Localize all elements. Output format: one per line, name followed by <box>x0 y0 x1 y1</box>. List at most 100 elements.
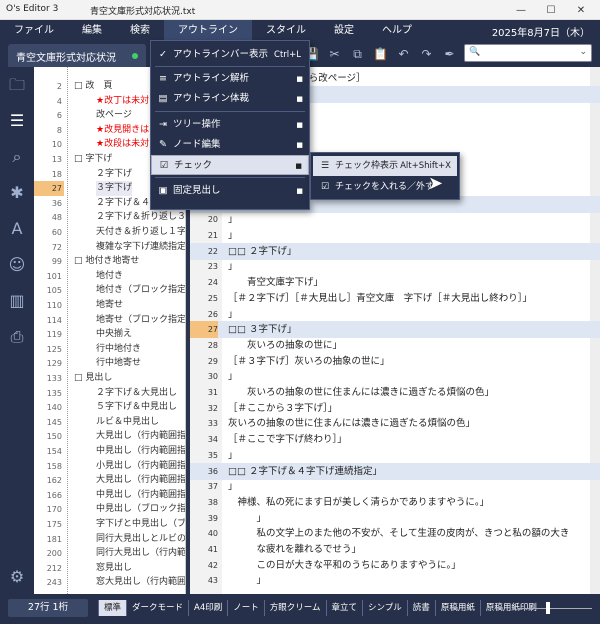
outline-item[interactable]: 99 □ 地付き地寄せ <box>34 254 185 269</box>
style-mode-button[interactable]: A4印刷 <box>188 600 227 616</box>
outline-item[interactable]: 133 □ 見出し <box>34 371 185 386</box>
outline-item[interactable]: 181 同行大見出しとルビの入 <box>34 532 185 547</box>
text-line[interactable]: 39 」 <box>190 510 600 527</box>
menu-item[interactable]: ≡ アウトライン解析 ■ <box>151 69 309 89</box>
folder-icon[interactable]: 🗀 <box>7 75 27 95</box>
cut-icon[interactable]: ✂ <box>323 47 346 61</box>
outline-item[interactable]: 105 地付き（ブロック指定） <box>34 283 185 298</box>
menu-item[interactable]: ▤ アウトライン体裁 ■ <box>151 89 309 109</box>
outline-item[interactable]: 162 大見出し（行内範囲指 <box>34 473 185 488</box>
outline-item[interactable]: 72 複雑な字下げ連続指定 <box>34 240 185 255</box>
outline-item[interactable]: 175 字下げと中見出し（ブロ <box>34 517 185 532</box>
line-number: 39 <box>207 513 218 523</box>
maximize-button[interactable]: ☐ <box>536 1 566 19</box>
outline-item[interactable]: 200 同行大見出し（行内範 <box>34 546 185 561</box>
outline-item[interactable]: 129 行中地寄せ <box>34 356 185 371</box>
style-mode-button[interactable]: ノート <box>227 600 264 616</box>
zoom-slider[interactable] <box>518 608 592 609</box>
pen-icon[interactable]: ✒ <box>438 47 461 61</box>
menu-item[interactable]: ✎ ノード編集 ■ <box>151 135 309 155</box>
text-line[interactable]: 43 」 <box>190 572 600 589</box>
gear-icon[interactable]: ⚙ <box>7 567 27 587</box>
style-mode-button[interactable]: 原稿用紙 <box>434 600 480 616</box>
text-line[interactable]: 23 」 <box>190 258 600 275</box>
robot-icon[interactable]: ☺ <box>7 255 27 275</box>
outline-item[interactable]: 170 中見出し（ブロック指定 <box>34 502 185 517</box>
text-line[interactable]: 41 な疲れを離れるでせう」 <box>190 541 600 558</box>
style-mode-button[interactable]: 読書 <box>406 600 435 616</box>
paste-icon[interactable]: 📋 <box>369 47 392 61</box>
style-mode-button[interactable]: 章立て <box>325 600 363 616</box>
menu-item[interactable]: ⇥ ツリー操作 ■ <box>151 115 309 135</box>
text-line[interactable]: 35 」 <box>190 447 600 464</box>
document-tab[interactable]: 青空文庫形式対応状況 <box>8 44 146 67</box>
menu-outline[interactable]: アウトライン <box>164 20 252 41</box>
print-icon[interactable]: ⎙ <box>7 327 27 347</box>
text-line[interactable]: 34 ［＃ここで字下げ終わり］」 <box>190 431 600 448</box>
outline-item[interactable]: 60 天付き＆折り返し１字 <box>34 225 185 240</box>
menu-item[interactable]: ✓ アウトラインバー表示 Ctrl+L <box>151 45 309 65</box>
menu-search[interactable]: 検索 <box>116 20 164 41</box>
minimize-button[interactable]: — <box>506 1 536 19</box>
text-line[interactable]: 42 この日が大きな平和のうちにありますやうに。」 <box>190 557 600 574</box>
outline-item[interactable]: 158 小見出し（行内範囲指 <box>34 459 185 474</box>
text-line[interactable]: 31 灰いろの抽象の世に住まんには濃きに過ぎたる煩悩の色」 <box>190 384 600 401</box>
outline-list-icon[interactable]: ☰ <box>7 111 27 131</box>
text-line[interactable]: 40 私の文学上のまた他の不安が、そして生涯の皮肉が、きつと私の額の大き <box>190 525 600 542</box>
outline-item[interactable]: 110 地寄せ <box>34 298 185 313</box>
text-line[interactable]: 36 □□ ２字下げ＆４字下げ連続指定」 <box>190 462 600 480</box>
menu-item-label: アウトライン体裁 <box>173 93 250 104</box>
search-icon[interactable]: ⌕ <box>7 147 27 167</box>
text-line[interactable]: 24 青空文庫字下げ」 <box>190 274 600 291</box>
submenu-item-label: チェックを入れる／外す <box>335 182 435 192</box>
outline-item[interactable]: 154 中見出し（行内範囲指 <box>34 444 185 459</box>
line-number: 154 <box>46 447 62 456</box>
search-input[interactable]: 🔍 ⌄ <box>464 44 592 62</box>
text-line[interactable]: 27 □□ ３字下げ」 <box>190 321 600 339</box>
outline-item[interactable]: 150 大見出し（行内範囲指 <box>34 429 185 444</box>
outline-item[interactable]: 119 中央揃え <box>34 327 185 342</box>
style-mode-button[interactable]: 方眼クリーム <box>263 600 326 616</box>
outline-item[interactable]: 48 ２字下げ＆折り返し３ <box>34 210 185 225</box>
menu-file[interactable]: ファイル <box>0 20 68 41</box>
menu-item[interactable]: ☑ チェック ■ <box>151 155 309 175</box>
chevron-down-icon[interactable]: ⌄ <box>579 47 587 57</box>
text-line[interactable]: 20 」 <box>190 211 600 228</box>
menu-settings[interactable]: 設定 <box>320 20 368 41</box>
outline-item[interactable]: 212 窓見出し <box>34 561 185 576</box>
zoom-knob[interactable] <box>546 602 550 614</box>
outline-item[interactable]: 166 中見出し（行内範囲指 <box>34 488 185 503</box>
text-line[interactable]: 30 」 <box>190 368 600 385</box>
text-line[interactable]: 26 」 <box>190 306 600 323</box>
style-mode-button[interactable]: 標準 <box>98 600 127 616</box>
copy-icon[interactable]: ⧉ <box>346 47 369 62</box>
outline-item[interactable]: 114 地寄せ（ブロック指定） <box>34 313 185 328</box>
text-line[interactable]: 22 □□ ２字下げ」 <box>190 242 600 260</box>
outline-item[interactable]: 145 ルビ＆中見出し <box>34 415 185 430</box>
undo-icon[interactable]: ↶ <box>392 47 415 61</box>
text-line[interactable]: 37 」 <box>190 478 600 495</box>
outline-item[interactable]: 243 窓大見出し（行内範囲 <box>34 575 185 590</box>
outline-item[interactable]: 140 ５字下げ＆中見出し <box>34 400 185 415</box>
redo-icon[interactable]: ↷ <box>415 47 438 61</box>
text-line[interactable]: 33 灰いろの抽象の世に住まんには濃きに過ぎたる煩悩の色」 <box>190 415 600 432</box>
text-style-icon[interactable]: A <box>7 219 27 239</box>
menu-item[interactable]: ▣ 固定見出し ■ <box>151 181 309 201</box>
close-button[interactable]: ✕ <box>566 1 596 19</box>
outline-item[interactable]: 135 ２字下げ＆大見出し <box>34 386 185 401</box>
text-line[interactable]: 25 ［＃２字下げ］［＃大見出し］青空文庫 字下げ［＃大見出し終わり］」 <box>190 290 600 307</box>
outline-item[interactable]: 101 地付き <box>34 269 185 284</box>
text-line[interactable]: 38 神様、私の死にます日が美しく清らかでありますやうに。」 <box>190 494 600 511</box>
text-line[interactable]: 32 ［＃ここから３字下げ］」 <box>190 400 600 417</box>
asterisk-icon[interactable]: ✱ <box>7 183 27 203</box>
style-mode-button[interactable]: シンプル <box>362 600 407 616</box>
menu-help[interactable]: ヘルプ <box>368 20 426 41</box>
style-mode-button[interactable]: ダークモード <box>126 600 188 616</box>
menu-edit[interactable]: 編集 <box>68 20 116 41</box>
text-line[interactable]: 29 ［＃３字下げ］灰いろの抽象の世に」 <box>190 353 600 370</box>
text-line[interactable]: 28 灰いろの抽象の世に」 <box>190 337 600 354</box>
outline-item[interactable]: 125 行中地付き <box>34 342 185 357</box>
pdf-icon[interactable]: ▥ <box>7 291 27 311</box>
text-line[interactable]: 21 」 <box>190 227 600 244</box>
menu-style[interactable]: スタイル <box>252 20 320 41</box>
